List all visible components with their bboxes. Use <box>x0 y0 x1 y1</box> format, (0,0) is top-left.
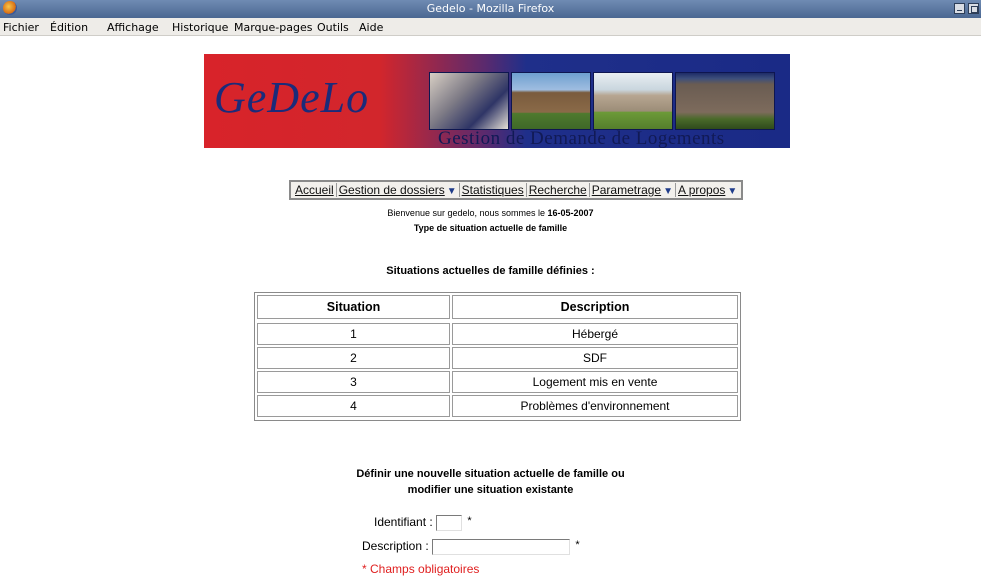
dropdown-arrow-icon: ▼ <box>446 186 457 197</box>
banner-photo-tower <box>675 72 775 130</box>
situations-table: Situation Description 1 Hébergé 2 SDF 3 … <box>254 292 741 421</box>
form-title: Définir une nouvelle situation actuelle … <box>0 466 981 498</box>
nav-gestion-dossiers-label: Gestion de dossiers <box>338 183 445 197</box>
form-title-line1: Définir une nouvelle situation actuelle … <box>356 468 625 480</box>
nav-parametrage-label: Parametrage <box>591 183 662 197</box>
table-cell-description: SDF <box>452 347 738 369</box>
menu-outils[interactable]: Outils <box>317 21 349 34</box>
nav-accueil[interactable]: Accueil <box>293 183 337 197</box>
menu-edition[interactable]: Édition <box>50 21 88 34</box>
nav-a-propos-label: A propos <box>678 183 726 197</box>
banner-photo-building-2 <box>593 72 673 130</box>
menu-marque-pages[interactable]: Marque-pages <box>234 21 312 34</box>
description-label: Description : <box>362 539 429 554</box>
nav-a-propos[interactable]: A propos ▼ <box>676 183 739 197</box>
menu-fichier[interactable]: Fichier <box>3 21 39 34</box>
menu-historique[interactable]: Historique <box>172 21 228 34</box>
table-cell-description: Problèmes d'environnement <box>452 395 738 417</box>
menu-affichage[interactable]: Affichage <box>107 21 159 34</box>
table-header-description: Description <box>452 295 738 319</box>
table-title: Situations actuelles de famille définies… <box>386 265 595 277</box>
form-title-line2: modifier une situation existante <box>407 484 574 496</box>
window-title: Gedelo - Mozilla Firefox <box>426 2 555 15</box>
identifiant-input[interactable] <box>436 515 463 531</box>
banner-photo-hands <box>429 72 509 130</box>
nav-gestion-dossiers[interactable]: Gestion de dossiers ▼ <box>337 183 460 197</box>
table-cell-description: Logement mis en vente <box>452 371 738 393</box>
identifiant-label: Identifiant : <box>374 515 433 530</box>
main-nav: Accueil Gestion de dossiers ▼ Statistique… <box>289 180 744 200</box>
nav-statistiques-label: Statistiques <box>461 183 524 197</box>
menubar: Fichier Édition Affichage Historique Mar… <box>0 18 981 36</box>
banner-subtitle: Gestion de Demande de Logements <box>438 128 725 148</box>
welcome-text: Bienvenue sur gedelo, nous sommes le <box>387 208 548 218</box>
dropdown-arrow-icon: ▼ <box>727 186 738 197</box>
required-fields-note: * Champs obligatoires <box>362 562 480 576</box>
minimize-button[interactable] <box>954 3 965 14</box>
table-header-situation: Situation <box>257 295 450 319</box>
required-star: * <box>575 539 580 551</box>
page-subtitle: Type de situation actuelle de famille <box>413 223 568 233</box>
site-logo: GeDeLo <box>214 73 370 122</box>
nav-recherche[interactable]: Recherche <box>527 183 590 197</box>
header-banner: GeDeLo Gestion de Demande de Logements <box>204 54 790 148</box>
menu-aide[interactable]: Aide <box>359 21 383 34</box>
window-titlebar: Gedelo - Mozilla Firefox <box>0 0 981 18</box>
nav-parametrage[interactable]: Parametrage ▼ <box>590 183 677 197</box>
identifiant-field: Identifiant : * <box>374 515 472 531</box>
table-cell-description: Hébergé <box>452 323 738 345</box>
table-cell-situation: 3 <box>257 371 450 393</box>
description-input[interactable] <box>432 539 571 555</box>
description-field: Description : * <box>362 539 580 555</box>
table-cell-situation: 4 <box>257 395 450 417</box>
dropdown-arrow-icon: ▼ <box>663 186 674 197</box>
banner-photo-building-1 <box>511 72 591 130</box>
maximize-button[interactable] <box>968 3 979 14</box>
table-cell-situation: 1 <box>257 323 450 345</box>
current-date: 16-05-2007 <box>547 208 594 218</box>
required-star: * <box>467 515 472 527</box>
table-cell-situation: 2 <box>257 347 450 369</box>
welcome-message: Bienvenue sur gedelo, nous sommes le 16-… <box>0 208 981 218</box>
nav-accueil-label: Accueil <box>295 183 334 197</box>
nav-recherche-label: Recherche <box>528 183 587 197</box>
nav-statistiques[interactable]: Statistiques <box>460 183 527 197</box>
